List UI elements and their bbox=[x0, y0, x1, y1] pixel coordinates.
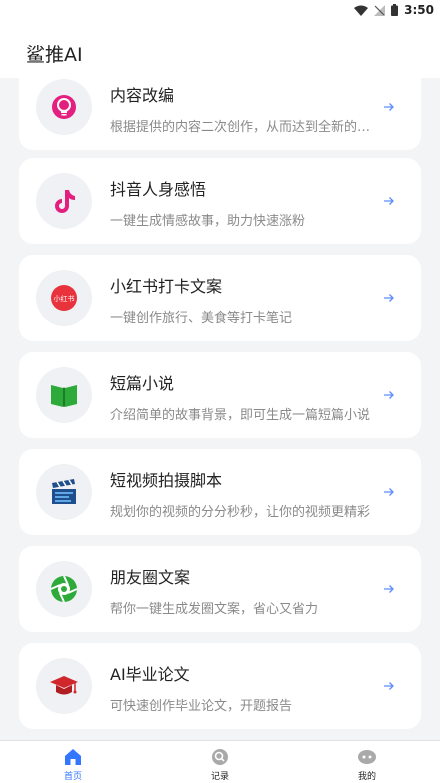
card-title: 短视频拍摄脚本 bbox=[110, 471, 223, 490]
graduation-cap-icon bbox=[50, 676, 78, 695]
status-time: 3:50 bbox=[404, 3, 434, 17]
card-ai-thesis[interactable]: AI毕业论文 可快速创作毕业论文，开题报告 bbox=[19, 643, 421, 729]
feature-list[interactable]: 内容改编 根据提供的内容二次创作，从而达到全新的内容 抖音人身感悟 一键生成情感… bbox=[0, 78, 440, 740]
card-content-rewrite[interactable]: 内容改编 根据提供的内容二次创作，从而达到全新的内容 bbox=[19, 78, 421, 150]
tab-label: 首页 bbox=[63, 772, 82, 782]
card-title: 小红书打卡文案 bbox=[110, 277, 223, 296]
card-description: 介绍简单的故事背景，即可生成一篇短篇小说 bbox=[110, 408, 371, 423]
card-video-script[interactable]: 短视频拍摄脚本 规划你的视频的分分秒秒，让你的视频更精彩 bbox=[19, 449, 421, 535]
app-header: 鲨推AI bbox=[0, 20, 440, 78]
bottom-tab-bar: 首页 记录 我的 bbox=[0, 740, 440, 783]
tab-label: 记录 bbox=[210, 772, 229, 782]
card-title: AI毕业论文 bbox=[110, 665, 190, 684]
card-description: 帮你一键生成发圈文案，省心又省力 bbox=[110, 602, 319, 617]
battery-icon bbox=[391, 4, 399, 16]
card-douyin-story[interactable]: 抖音人身感悟 一键生成情感故事，助力快速涨粉 bbox=[19, 158, 421, 244]
icon-container: 小红书 bbox=[36, 270, 92, 326]
card-description: 一键生成情感故事，助力快速涨粉 bbox=[110, 214, 306, 229]
wifi-icon bbox=[354, 5, 369, 16]
xiaohongshu-icon: 小红书 bbox=[51, 285, 77, 311]
card-xiaohongshu[interactable]: 小红书 小红书打卡文案 一键创作旅行、美食等打卡笔记 bbox=[19, 255, 421, 341]
arrow-right-icon bbox=[384, 585, 394, 593]
card-description: 规划你的视频的分分秒秒，让你的视频更精彩 bbox=[110, 505, 371, 520]
no-signal-icon bbox=[374, 4, 386, 16]
tiktok-icon bbox=[55, 190, 75, 213]
arrow-right-icon bbox=[384, 488, 394, 496]
record-icon bbox=[212, 749, 228, 765]
card-title: 朋友圈文案 bbox=[110, 568, 191, 587]
tab-profile[interactable]: 我的 bbox=[327, 741, 407, 783]
arrow-right-icon bbox=[384, 391, 394, 399]
status-bar: 3:50 bbox=[0, 0, 440, 20]
card-title: 抖音人身感悟 bbox=[110, 180, 207, 199]
card-description: 一键创作旅行、美食等打卡笔记 bbox=[110, 311, 293, 326]
card-title: 内容改编 bbox=[110, 86, 175, 105]
home-icon bbox=[65, 749, 81, 765]
profile-icon bbox=[358, 750, 376, 764]
icon-container bbox=[36, 561, 92, 617]
icon-container bbox=[36, 367, 92, 423]
card-short-novel[interactable]: 短篇小说 介绍简单的故事背景，即可生成一篇短篇小说 bbox=[19, 352, 421, 438]
icon-container bbox=[36, 658, 92, 714]
tab-record[interactable]: 记录 bbox=[180, 741, 260, 783]
status-icons: 3:50 bbox=[354, 2, 434, 18]
arrow-right-icon bbox=[384, 682, 394, 690]
clapperboard-icon bbox=[52, 479, 76, 504]
arrow-right-icon bbox=[384, 294, 394, 302]
card-description: 可快速创作毕业论文，开题报告 bbox=[110, 699, 293, 714]
xiaohongshu-icon-text: 小红书 bbox=[54, 294, 75, 303]
card-moments-copy[interactable]: 朋友圈文案 帮你一键生成发圈文案，省心又省力 bbox=[19, 546, 421, 632]
aperture-icon bbox=[50, 575, 78, 603]
tab-label: 我的 bbox=[357, 772, 376, 782]
card-description: 根据提供的内容二次创作，从而达到全新的内容 bbox=[110, 120, 372, 135]
arrow-right-icon bbox=[384, 197, 394, 205]
icon-container bbox=[36, 79, 92, 135]
page-title: 鲨推AI bbox=[26, 44, 83, 66]
arrow-right-icon bbox=[384, 103, 394, 111]
icon-container bbox=[36, 464, 92, 520]
book-icon bbox=[51, 385, 77, 407]
tab-home[interactable]: 首页 bbox=[33, 741, 113, 783]
lightbulb-icon bbox=[52, 95, 76, 119]
icon-container bbox=[36, 173, 92, 229]
card-title: 短篇小说 bbox=[110, 374, 175, 393]
